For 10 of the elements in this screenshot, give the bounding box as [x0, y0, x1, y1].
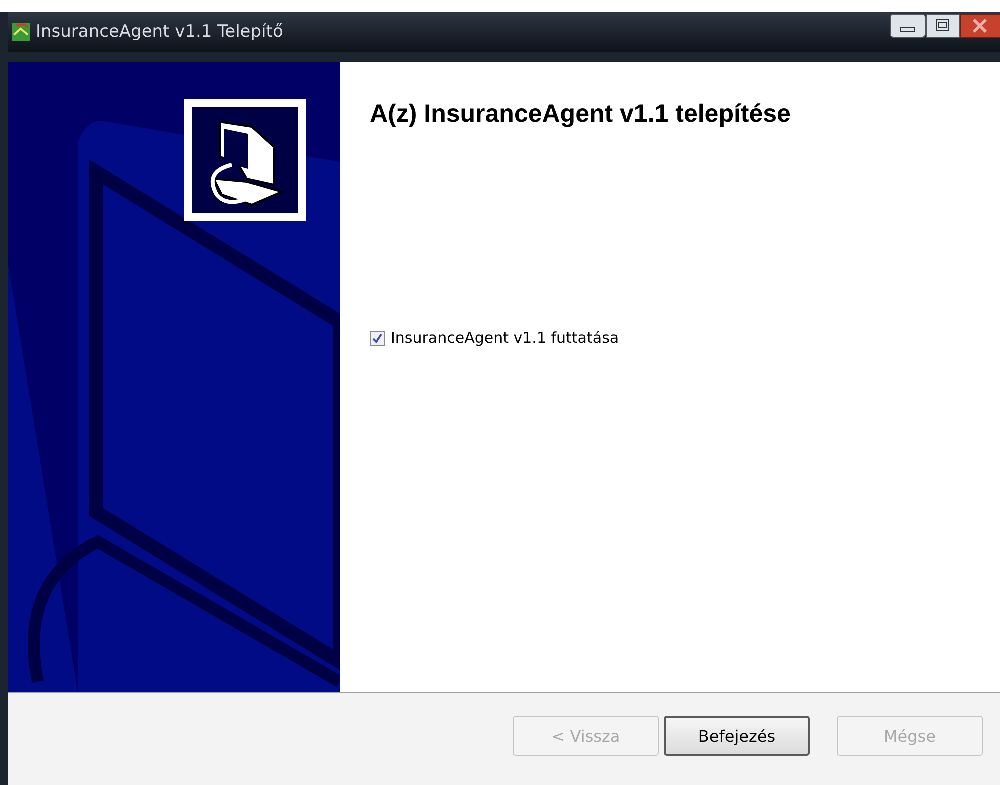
- computer-icon: [192, 107, 298, 213]
- dialog-button[interactable]: Befejezés: [664, 716, 810, 756]
- checkbox[interactable]: [370, 330, 385, 346]
- maximize-button[interactable]: [926, 14, 960, 38]
- window-title: InsuranceAgent v1.1 Telepítő: [36, 22, 284, 42]
- minimize-button[interactable]: [890, 14, 926, 38]
- app-icon: [12, 23, 30, 41]
- page-heading: A(z) InsuranceAgent v1.1 telepítése: [370, 100, 792, 129]
- close-button[interactable]: [960, 14, 1000, 38]
- checkbox-label: InsuranceAgent v1.1 futtatása: [391, 329, 620, 347]
